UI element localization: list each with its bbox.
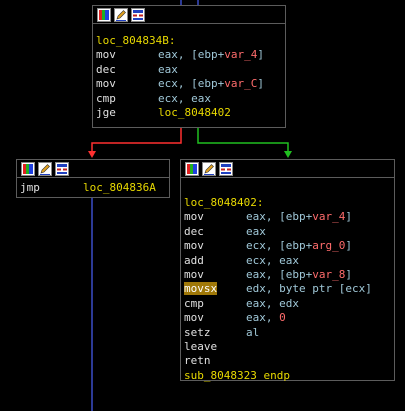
basic-block-top[interactable]: loc_804834B: mov eax, [ebp+var_4] dec eax … (92, 5, 286, 128)
mnemonic: dec (96, 62, 116, 76)
instruction-row[interactable]: setz al (184, 326, 394, 340)
instruction-row[interactable]: mov ecx, [ebp+arg_0] (184, 239, 394, 253)
endp-row[interactable]: sub_8048323 endp (184, 369, 394, 383)
block-body: loc_8048402: mov eax, [ebp+var_4] dec eax … (181, 178, 394, 383)
basic-block-right[interactable]: loc_8048402: mov eax, [ebp+var_4] dec eax … (180, 159, 395, 383)
block-body: jmp loc_804836A (17, 178, 169, 195)
mnemonic: mov (184, 267, 204, 281)
edit-pencil-icon[interactable] (202, 161, 216, 176)
edge-true-branch (197, 127, 289, 152)
variable-ref[interactable]: var_4 (224, 48, 257, 61)
mnemonic: retn (184, 354, 211, 368)
mnemonic: mov (184, 311, 204, 325)
variable-ref[interactable]: arg_0 (312, 239, 345, 252)
instruction-row[interactable]: mov eax, [ebp+var_8] (184, 268, 394, 282)
edge-false-branch (91, 127, 182, 152)
edit-pencil-icon[interactable] (38, 161, 52, 176)
instruction-row[interactable]: mov eax, [ebp+var_4] (96, 48, 285, 62)
function-name[interactable]: sub_8048323 (184, 369, 257, 382)
block-header (181, 160, 394, 178)
color-palette-icon[interactable] (185, 161, 199, 176)
variable-ref[interactable]: var_4 (312, 210, 345, 223)
graph-view-icon[interactable] (219, 161, 233, 176)
graph-view-icon[interactable] (55, 161, 69, 176)
mnemonic: jmp (20, 181, 40, 194)
instruction-row[interactable]: dec eax (184, 225, 394, 239)
color-palette-icon[interactable] (97, 7, 111, 22)
immediate-value: 0 (279, 311, 286, 325)
mnemonic: mov (184, 239, 204, 253)
instruction-row[interactable]: cmp ecx, eax (96, 92, 285, 106)
mnemonic-highlighted[interactable]: movsx (184, 282, 218, 296)
instruction-row[interactable]: jmp loc_804836A (20, 181, 169, 195)
mnemonic: mov (96, 48, 116, 62)
endp-keyword: endp (263, 368, 290, 382)
instruction-row-selected[interactable]: movsx edx, byte ptr [ecx] (184, 282, 394, 296)
mnemonic: leave (184, 339, 218, 353)
block-body: loc_804834B: mov eax, [ebp+var_4] dec eax … (93, 24, 285, 120)
graph-view-icon[interactable] (131, 7, 145, 22)
instruction-row[interactable]: jge loc_8048402 (96, 106, 285, 120)
instruction-row[interactable]: mov eax, 0 (184, 311, 394, 325)
arrow-false-branch (88, 151, 96, 158)
jump-target[interactable]: loc_804836A (83, 181, 156, 194)
jump-target[interactable]: loc_8048402 (158, 106, 231, 119)
mnemonic: setz (184, 325, 211, 339)
block-label[interactable]: loc_8048402: (184, 196, 394, 210)
instruction-row[interactable]: retn (184, 354, 394, 368)
instruction-row[interactable]: dec eax (96, 63, 285, 77)
mnemonic: mov (184, 210, 204, 224)
mnemonic: add (184, 253, 204, 267)
instruction-row[interactable]: add ecx, eax (184, 254, 394, 268)
basic-block-left[interactable]: jmp loc_804836A (16, 159, 170, 198)
edit-pencil-icon[interactable] (114, 7, 128, 22)
instruction-row[interactable]: mov eax, [ebp+var_4] (184, 210, 394, 224)
instruction-row[interactable]: leave (184, 340, 394, 354)
block-header (93, 6, 285, 24)
mnemonic: mov (96, 77, 116, 91)
variable-ref[interactable]: var_C (224, 77, 257, 90)
variable-ref[interactable]: var_8 (312, 268, 345, 281)
instruction-row[interactable]: cmp eax, edx (184, 297, 394, 311)
block-header (17, 160, 169, 178)
instruction-row[interactable]: mov ecx, [ebp+var_C] (96, 77, 285, 91)
mnemonic: cmp (96, 91, 116, 105)
arrow-true-branch (284, 151, 292, 158)
mnemonic: jge (96, 105, 116, 119)
mnemonic: cmp (184, 296, 204, 310)
mnemonic: dec (184, 224, 204, 238)
color-palette-icon[interactable] (21, 161, 35, 176)
block-label[interactable]: loc_804834B: (96, 34, 285, 48)
